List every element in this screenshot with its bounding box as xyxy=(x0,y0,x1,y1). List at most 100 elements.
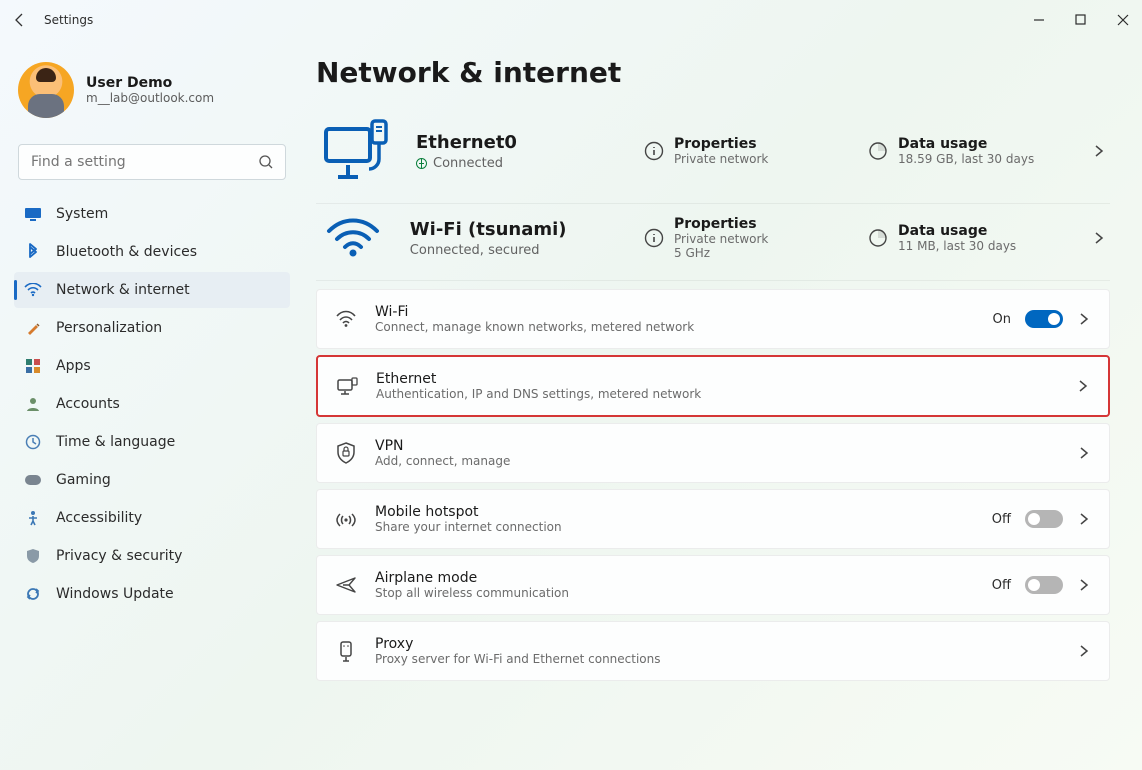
connection-name: Wi-Fi (tsunami) xyxy=(410,219,620,240)
sidebar-item-personalization[interactable]: Personalization xyxy=(14,310,290,346)
proxy-icon xyxy=(335,640,357,662)
nav-label: Accessibility xyxy=(56,510,142,526)
nav-label: Bluetooth & devices xyxy=(56,244,197,260)
airplane-toggle[interactable] xyxy=(1025,576,1063,594)
globe-clock-icon xyxy=(24,433,42,451)
titlebar: Settings xyxy=(0,0,1142,40)
gamepad-icon xyxy=(24,471,42,489)
info-icon xyxy=(644,141,664,161)
accessibility-icon xyxy=(24,509,42,527)
brush-icon xyxy=(24,319,42,337)
user-email: m__lab@outlook.com xyxy=(86,91,214,105)
back-button[interactable] xyxy=(12,12,28,28)
properties-head: Properties xyxy=(674,136,768,152)
person-icon xyxy=(24,395,42,413)
chevron-right-icon xyxy=(1076,379,1090,393)
search-icon xyxy=(258,154,274,170)
bluetooth-icon xyxy=(24,243,42,261)
user-profile[interactable]: User Demo m__lab@outlook.com xyxy=(14,56,290,134)
chevron-right-icon xyxy=(1077,644,1091,658)
nav-label: Privacy & security xyxy=(56,548,182,564)
card-title: Ethernet xyxy=(376,371,1058,387)
vpn-shield-icon xyxy=(335,442,357,464)
sidebar-item-time-language[interactable]: Time & language xyxy=(14,424,290,460)
card-title: Proxy xyxy=(375,636,1059,652)
card-title: VPN xyxy=(375,438,1059,454)
chevron-right-icon xyxy=(1077,312,1091,326)
card-proxy[interactable]: Proxy Proxy server for Wi-Fi and Etherne… xyxy=(316,621,1110,681)
sidebar-item-bluetooth[interactable]: Bluetooth & devices xyxy=(14,234,290,270)
update-icon xyxy=(24,585,42,603)
chevron-right-icon xyxy=(1077,512,1091,526)
nav-label: Network & internet xyxy=(56,282,190,298)
card-title: Wi-Fi xyxy=(375,304,975,320)
card-sub: Connect, manage known networks, metered … xyxy=(375,320,975,334)
sidebar-item-update[interactable]: Windows Update xyxy=(14,576,290,612)
maximize-button[interactable] xyxy=(1074,13,1088,27)
sidebar-item-apps[interactable]: Apps xyxy=(14,348,290,384)
card-airplane-mode[interactable]: Airplane mode Stop all wireless communic… xyxy=(316,555,1110,615)
sidebar-item-privacy[interactable]: Privacy & security xyxy=(14,538,290,574)
card-sub: Share your internet connection xyxy=(375,520,974,534)
wifi-large-icon xyxy=(320,217,386,259)
nav-label: Gaming xyxy=(56,472,111,488)
properties-head: Properties xyxy=(674,216,768,232)
apps-icon xyxy=(24,357,42,375)
usage-head: Data usage xyxy=(898,136,1034,152)
hotspot-icon xyxy=(335,508,357,530)
chevron-right-icon xyxy=(1077,446,1091,460)
sidebar-item-system[interactable]: System xyxy=(14,196,290,232)
chart-icon xyxy=(868,228,888,248)
chevron-right-icon xyxy=(1092,231,1106,245)
search-input[interactable] xyxy=(18,144,286,180)
hotspot-toggle[interactable] xyxy=(1025,510,1063,528)
ethernet-icon xyxy=(336,375,358,397)
wifi-toggle[interactable] xyxy=(1025,310,1063,328)
connected-icon xyxy=(416,158,427,169)
data-usage-button[interactable]: Data usage 11 MB, last 30 days xyxy=(868,223,1068,253)
card-title: Mobile hotspot xyxy=(375,504,974,520)
sidebar-item-gaming[interactable]: Gaming xyxy=(14,462,290,498)
card-ethernet[interactable]: Ethernet Authentication, IP and DNS sett… xyxy=(316,355,1110,417)
info-icon xyxy=(644,228,664,248)
chart-icon xyxy=(868,141,888,161)
connection-status: Connected xyxy=(433,156,503,171)
ethernet-pc-icon xyxy=(320,119,392,183)
card-sub: Stop all wireless communication xyxy=(375,586,974,600)
wifi-icon xyxy=(24,281,42,299)
nav-label: Time & language xyxy=(56,434,175,450)
card-sub: Proxy server for Wi-Fi and Ethernet conn… xyxy=(375,652,1059,666)
toggle-state: Off xyxy=(992,512,1011,527)
sidebar-item-network[interactable]: Network & internet xyxy=(14,272,290,308)
data-usage-button[interactable]: Data usage 18.59 GB, last 30 days xyxy=(868,136,1068,166)
shield-icon xyxy=(24,547,42,565)
wifi-icon xyxy=(335,308,357,330)
card-mobile-hotspot[interactable]: Mobile hotspot Share your internet conne… xyxy=(316,489,1110,549)
main-content: Network & internet Ethernet0 Connected P… xyxy=(300,40,1142,770)
sidebar: User Demo m__lab@outlook.com System Blue… xyxy=(0,40,300,770)
properties-sub: Private network 5 GHz xyxy=(674,232,768,260)
nav-label: Windows Update xyxy=(56,586,174,602)
nav-label: Accounts xyxy=(56,396,120,412)
toggle-state: On xyxy=(993,312,1011,327)
chevron-right-icon xyxy=(1077,578,1091,592)
user-name: User Demo xyxy=(86,75,214,91)
properties-button[interactable]: Properties Private network 5 GHz xyxy=(644,216,844,260)
nav-label: Apps xyxy=(56,358,91,374)
toggle-state: Off xyxy=(992,578,1011,593)
card-vpn[interactable]: VPN Add, connect, manage xyxy=(316,423,1110,483)
card-sub: Add, connect, manage xyxy=(375,454,1059,468)
sidebar-item-accessibility[interactable]: Accessibility xyxy=(14,500,290,536)
sidebar-item-accounts[interactable]: Accounts xyxy=(14,386,290,422)
card-title: Airplane mode xyxy=(375,570,974,586)
monitor-icon xyxy=(24,205,42,223)
properties-button[interactable]: Properties Private network xyxy=(644,136,844,166)
connection-status: Connected, secured xyxy=(410,243,540,258)
connection-wifi: Wi-Fi (tsunami) Connected, secured Prope… xyxy=(316,204,1110,281)
page-title: Network & internet xyxy=(316,56,1110,89)
chevron-right-icon xyxy=(1092,144,1106,158)
usage-sub: 18.59 GB, last 30 days xyxy=(898,152,1034,166)
close-button[interactable] xyxy=(1116,13,1130,27)
minimize-button[interactable] xyxy=(1032,13,1046,27)
card-wifi[interactable]: Wi-Fi Connect, manage known networks, me… xyxy=(316,289,1110,349)
